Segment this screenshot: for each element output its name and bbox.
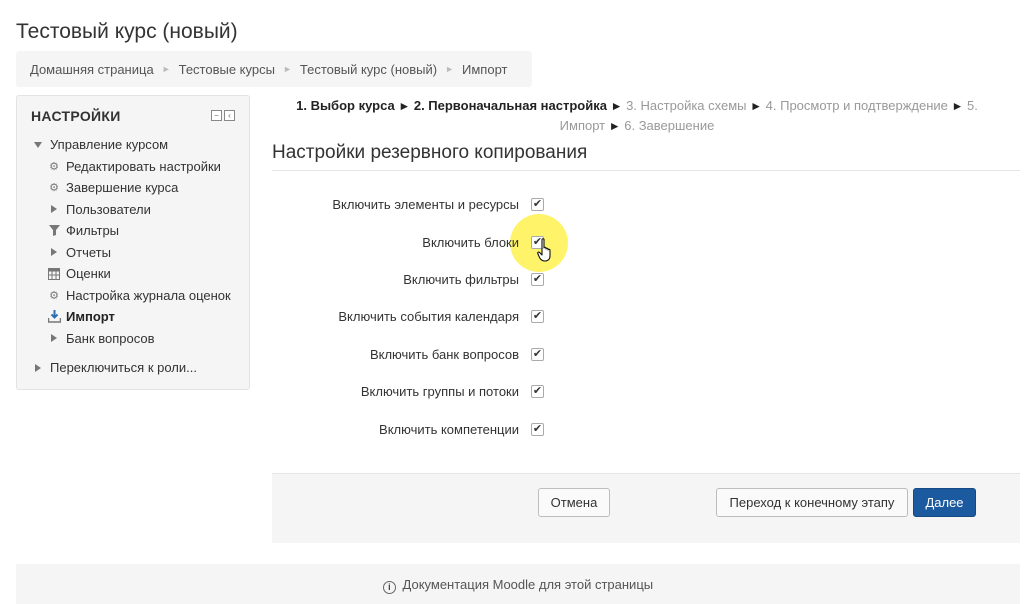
option-checkbox[interactable]: ✔ — [531, 272, 544, 286]
jump-to-final-button[interactable]: Переход к конечному этапу — [716, 488, 908, 517]
tree-item-filters[interactable]: Фильтры — [17, 220, 249, 242]
tree-item-edit-settings[interactable]: ⚙ Редактировать настройки — [17, 156, 249, 178]
option-checkbox[interactable]: ✔ — [531, 384, 544, 398]
next-button[interactable]: Далее — [913, 488, 976, 517]
option-label: Включить блоки — [422, 234, 519, 250]
gear-icon: ⚙ — [49, 160, 59, 173]
option-label: Включить компетенции — [379, 421, 519, 437]
breadcrumb: Домашняя страница ► Тестовые курсы ► Тес… — [16, 51, 532, 87]
tree-item-import[interactable]: Импорт — [17, 306, 249, 328]
settings-tree: Управление курсом ⚙ Редактировать настро… — [17, 134, 249, 379]
breadcrumb-separator-icon: ► — [161, 64, 171, 74]
step-arrow-icon: ► — [610, 99, 623, 113]
gear-icon: ⚙ — [49, 182, 59, 195]
caret-right-icon — [47, 202, 61, 216]
option-label: Включить события календаря — [338, 308, 519, 324]
hand-cursor-icon — [537, 238, 551, 262]
option-row: Включить группы и потоки ✔ — [272, 381, 572, 401]
caret-right-icon — [31, 361, 45, 375]
option-row: Включить блоки ✔ — [272, 232, 572, 252]
breadcrumb-current[interactable]: Импорт — [462, 62, 507, 77]
dock-icon[interactable]: ‹ — [224, 110, 235, 121]
option-checkbox[interactable]: ✔ — [531, 347, 544, 361]
progress-steps: 1. Выбор курса ► 2. Первоначальная настр… — [272, 96, 1002, 136]
info-icon: i — [382, 581, 396, 594]
import-icon — [47, 310, 61, 324]
tree-item-switch-role[interactable]: Переключиться к роли... — [17, 357, 249, 379]
option-label: Включить банк вопросов — [369, 346, 519, 362]
breadcrumb-separator-icon: ► — [445, 64, 455, 74]
filter-icon — [47, 224, 61, 238]
block-controls: − ‹ — [211, 110, 235, 121]
step-4: 4. Просмотр и подтверждение — [765, 98, 948, 113]
caret-right-icon — [47, 245, 61, 259]
option-checkbox[interactable]: ✔ — [531, 422, 544, 436]
caret-down-icon — [31, 138, 45, 152]
step-arrow-icon: ► — [750, 99, 763, 113]
step-3: 3. Настройка схемы — [626, 98, 747, 113]
collapse-icon[interactable]: − — [211, 110, 222, 121]
step-6: 6. Завершение — [624, 118, 715, 133]
option-label: Включить фильтры — [403, 271, 519, 287]
option-checkbox[interactable]: ✔ — [531, 309, 544, 323]
option-row: Включить элементы и ресурсы ✔ — [272, 194, 572, 214]
docs-link[interactable]: Документация Moodle для этой страницы — [403, 577, 654, 592]
tree-item-gradebook-setup[interactable]: ⚙ Настройка журнала оценок — [17, 285, 249, 307]
option-row: Включить события календаря ✔ — [272, 306, 572, 326]
step-arrow-icon: ► — [398, 99, 411, 113]
option-label: Включить элементы и ресурсы — [332, 196, 519, 212]
tree-item-course-admin[interactable]: Управление курсом — [17, 134, 249, 156]
breadcrumb-separator-icon: ► — [282, 64, 292, 74]
settings-title: НАСТРОЙКИ — [31, 108, 121, 124]
tree-item-users[interactable]: Пользователи — [17, 199, 249, 221]
tree-item-course-completion[interactable]: ⚙ Завершение курса — [17, 177, 249, 199]
tree-item-grades[interactable]: Оценки — [17, 263, 249, 285]
breadcrumb-course[interactable]: Тестовый курс (новый) — [300, 62, 437, 77]
step-arrow-icon: ► — [951, 99, 964, 113]
option-row: Включить компетенции ✔ — [272, 419, 572, 439]
option-checkbox[interactable]: ✔ — [531, 197, 544, 211]
tree-item-question-bank[interactable]: Банк вопросов — [17, 328, 249, 350]
step-2: 2. Первоначальная настройка — [413, 98, 607, 113]
settings-block: НАСТРОЙКИ − ‹ Управление курсом ⚙ Редакт… — [16, 95, 250, 390]
docs-footer: i Документация Moodle для этой страницы — [16, 564, 1020, 604]
divider — [272, 170, 1020, 171]
breadcrumb-home[interactable]: Домашняя страница — [30, 62, 154, 77]
option-row: Включить фильтры ✔ — [272, 269, 572, 289]
step-arrow-icon: ► — [608, 119, 621, 133]
gear-icon: ⚙ — [49, 289, 59, 302]
option-label: Включить группы и потоки — [360, 383, 519, 399]
table-icon — [47, 267, 61, 281]
caret-right-icon — [47, 331, 61, 345]
page-title: Тестовый курс (новый) — [16, 20, 238, 43]
tree-item-reports[interactable]: Отчеты — [17, 242, 249, 264]
option-row: Включить банк вопросов ✔ — [272, 344, 572, 364]
cancel-button[interactable]: Отмена — [538, 488, 610, 517]
step-1: 1. Выбор курса — [296, 98, 395, 113]
section-title: Настройки резервного копирования — [272, 142, 588, 163]
breadcrumb-category[interactable]: Тестовые курсы — [179, 62, 275, 77]
